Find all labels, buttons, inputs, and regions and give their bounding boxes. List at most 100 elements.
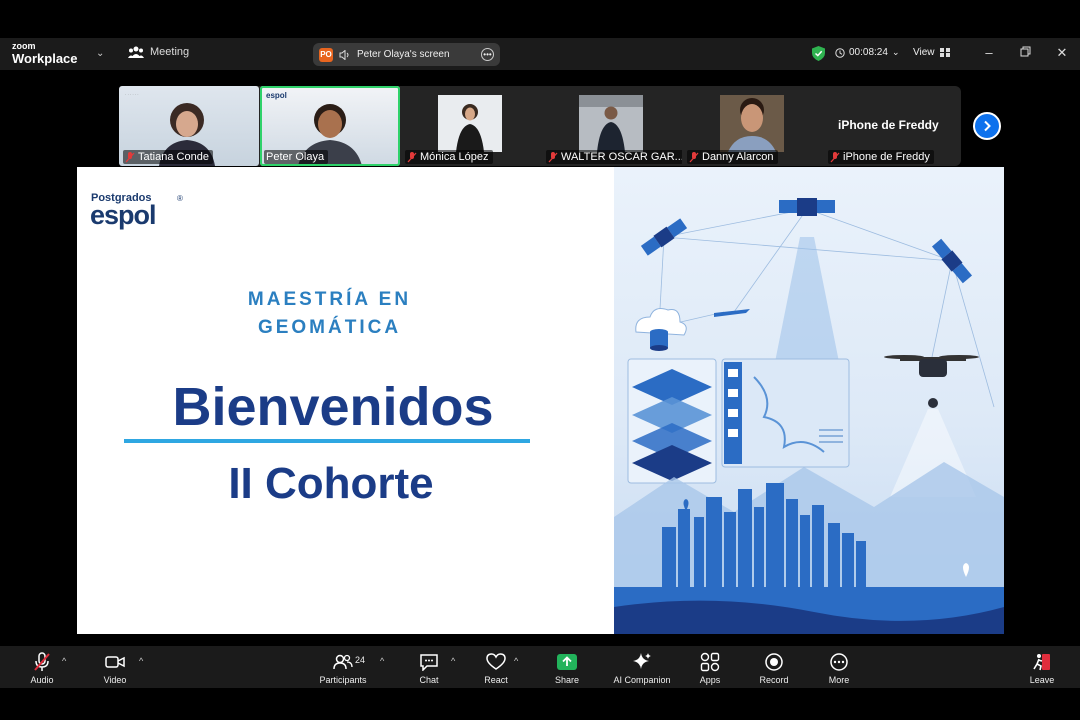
participant-name: Mónica López xyxy=(420,151,489,163)
apps-label: Apps xyxy=(699,675,721,685)
video-label: Video xyxy=(103,675,127,685)
shared-screen-pill[interactable]: PO Peter Olaya's screen ••• xyxy=(313,43,500,66)
ai-companion-label: AI Companion xyxy=(613,675,671,685)
more-button[interactable]: More xyxy=(820,646,858,688)
participant-tile[interactable]: · · · · · · Tatiana Conde xyxy=(119,86,259,166)
meeting-label: Meeting xyxy=(150,46,190,58)
maximize-icon[interactable] xyxy=(1017,45,1033,60)
video-camera-icon xyxy=(105,656,125,668)
bottom-black-strip xyxy=(0,688,1080,720)
sharer-avatar-badge: PO xyxy=(319,47,333,62)
timer-text: 00:08:24 xyxy=(849,47,888,58)
svg-text:· · · · · ·: · · · · · · xyxy=(125,92,139,97)
airplane-icon xyxy=(714,309,750,317)
participant-name-tag: iPhone de Freddy xyxy=(828,150,934,164)
participant-name-tag: Peter Olaya xyxy=(264,150,329,164)
participant-name-tag: Danny Alarcon xyxy=(687,150,778,164)
geomatics-illustration xyxy=(614,167,1004,634)
video-button[interactable]: Video xyxy=(95,646,135,688)
participant-name: Tatiana Conde xyxy=(138,151,209,163)
record-button[interactable]: Record xyxy=(754,646,794,688)
top-black-strip xyxy=(0,0,1080,38)
view-label: View xyxy=(913,47,935,58)
brand-zoom-text: zoom xyxy=(12,41,36,51)
meeting-menu-button[interactable]: Meeting xyxy=(128,46,189,58)
cohort-subheadline: II Cohorte xyxy=(228,459,434,508)
participant-name-tag: WALTER OSCAR GAR... xyxy=(546,150,682,164)
mic-muted-icon xyxy=(830,151,840,162)
participant-name: iPhone de Freddy xyxy=(843,151,930,163)
ai-companion-button[interactable]: AI Companion xyxy=(608,646,676,688)
next-page-arrow-icon[interactable] xyxy=(973,112,1001,140)
brand-workplace-text: Workplace xyxy=(12,51,78,66)
participants-options-caret-icon[interactable]: ^ xyxy=(380,656,384,666)
minimize-icon[interactable]: – xyxy=(981,45,997,60)
mic-muted-icon xyxy=(548,151,558,162)
speaker-icon xyxy=(339,49,349,60)
close-icon[interactable]: ✕ xyxy=(1054,45,1070,61)
database-icon xyxy=(650,329,668,351)
encryption-shield-icon[interactable] xyxy=(812,46,825,61)
apps-icon xyxy=(700,652,720,672)
shared-screen-content: Postgrados espol ® MAESTRÍA EN GEOMÁTICA… xyxy=(77,167,1004,634)
participant-name: WALTER OSCAR GAR... xyxy=(561,151,682,163)
brand-chevron-down-icon[interactable]: ⌄ xyxy=(96,48,104,59)
welcome-headline: Bienvenidos xyxy=(172,377,494,437)
participant-name: Danny Alarcon xyxy=(702,151,774,163)
zoom-workplace-logo: zoom Workplace xyxy=(12,41,78,66)
participant-thumbnail-strip: · · · · · · Tatiana Conde espol Peter Ol… xyxy=(119,86,961,166)
apps-button[interactable]: Apps xyxy=(690,646,730,688)
view-button[interactable]: View xyxy=(913,47,950,58)
record-label: Record xyxy=(759,675,789,685)
participant-tile-active-speaker[interactable]: espol Peter Olaya xyxy=(260,86,400,166)
participants-button[interactable]: Participants xyxy=(312,646,374,688)
ai-sparkle-icon xyxy=(633,653,651,669)
participant-tile[interactable]: WALTER OSCAR GAR... xyxy=(542,86,682,166)
participants-count-badge: 24 xyxy=(355,655,366,665)
share-button[interactable]: Share xyxy=(548,646,586,688)
participant-name: Peter Olaya xyxy=(266,151,325,163)
program-title-line2: GEOMÁTICA xyxy=(257,317,402,338)
mic-muted-icon xyxy=(125,151,135,162)
heart-icon xyxy=(486,653,506,670)
participants-group-icon xyxy=(128,46,144,58)
timer-chevron-down-icon: ⌄ xyxy=(891,47,900,57)
react-button[interactable]: React xyxy=(477,646,515,688)
clock-icon xyxy=(835,47,845,58)
more-label: More xyxy=(828,675,850,685)
meeting-timer[interactable]: 00:08:24 ⌄ xyxy=(835,47,899,58)
react-label: React xyxy=(484,675,508,685)
share-screen-icon xyxy=(557,654,577,670)
share-label: Share xyxy=(554,675,580,685)
audio-label: Audio xyxy=(30,675,54,685)
participants-icon xyxy=(333,654,353,670)
participant-display-name-large: iPhone de Freddy xyxy=(838,118,939,132)
leave-exit-icon xyxy=(1033,654,1050,671)
audio-button[interactable]: Audio xyxy=(22,646,62,688)
react-options-caret-icon[interactable]: ^ xyxy=(514,656,518,666)
video-options-caret-icon[interactable]: ^ xyxy=(139,656,143,666)
mic-muted-icon xyxy=(689,151,699,162)
participant-tile[interactable]: Danny Alarcon xyxy=(683,86,823,166)
more-icon xyxy=(830,653,848,671)
svg-text:espol: espol xyxy=(266,91,287,100)
drone-icon xyxy=(884,355,979,408)
chat-options-caret-icon[interactable]: ^ xyxy=(451,656,455,666)
leave-label: Leave xyxy=(1029,675,1055,685)
chat-label: Chat xyxy=(419,675,439,685)
more-options-icon[interactable]: ••• xyxy=(481,48,494,61)
participant-tile[interactable]: Mónica López xyxy=(401,86,541,166)
participant-name-tag: Tatiana Conde xyxy=(123,150,213,164)
shared-screen-label: Peter Olaya's screen xyxy=(357,49,450,60)
grid-view-icon xyxy=(939,48,950,57)
participants-label: Participants xyxy=(319,675,367,685)
audio-options-caret-icon[interactable]: ^ xyxy=(62,656,66,666)
program-title-line1: MAESTRÍA EN xyxy=(247,289,412,310)
geomatics-illustration-graphic xyxy=(614,198,1004,634)
participant-name-tag: Mónica López xyxy=(405,150,493,164)
leave-button[interactable]: Leave xyxy=(1024,646,1060,688)
chat-button[interactable]: Chat xyxy=(410,646,448,688)
meeting-toolbar: Audio ^ Video ^ Participants ^ Chat ^ Re… xyxy=(0,646,1080,688)
chat-bubble-icon xyxy=(420,654,438,671)
record-icon xyxy=(765,653,783,671)
